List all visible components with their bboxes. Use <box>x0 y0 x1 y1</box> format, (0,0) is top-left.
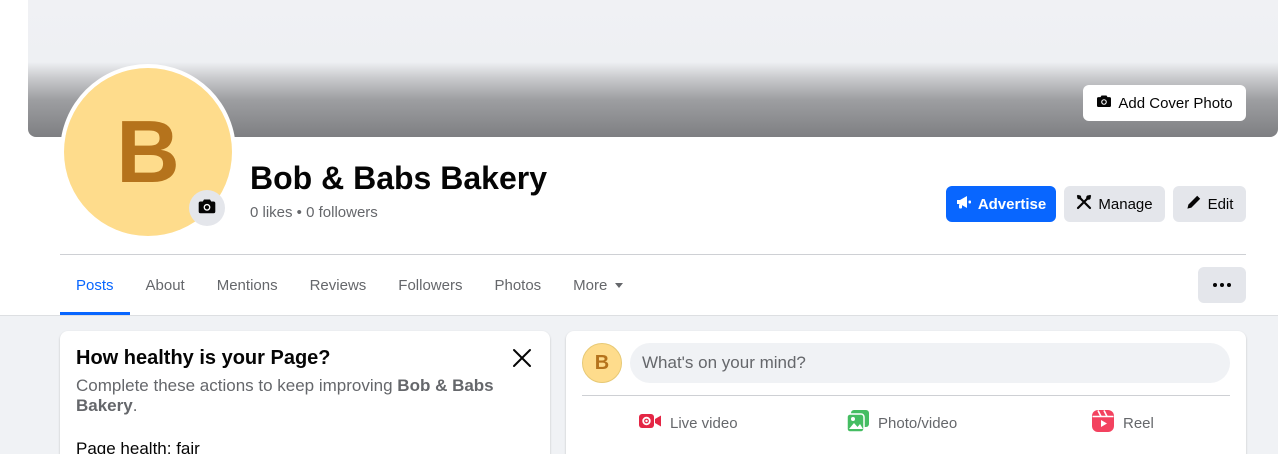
more-dots-icon <box>1213 283 1217 287</box>
page-health-card: How healthy is your Page? Complete these… <box>60 331 550 454</box>
tab-reviews[interactable]: Reviews <box>294 255 383 315</box>
photo-video-button[interactable]: Photo/video <box>846 407 957 439</box>
add-cover-photo-label: Add Cover Photo <box>1118 94 1233 112</box>
page-tabs: Posts About Mentions Reviews Followers P… <box>60 255 639 315</box>
tab-label: Mentions <box>216 276 278 294</box>
advertise-label: Advertise <box>977 195 1047 213</box>
health-desc-suffix: . <box>132 396 138 415</box>
photo-icon <box>846 409 870 437</box>
health-card-description: Complete these actions to keep improving… <box>76 376 516 416</box>
tab-mentions[interactable]: Mentions <box>201 255 294 315</box>
more-dots-icon <box>1227 283 1231 287</box>
tab-photos[interactable]: Photos <box>478 255 557 315</box>
health-status: Page health: fair <box>76 439 200 454</box>
health-card-title: How healthy is your Page? <box>76 347 331 369</box>
more-dots-icon <box>1220 283 1224 287</box>
live-video-label: Live video <box>670 414 738 432</box>
tab-more[interactable]: More <box>557 255 639 315</box>
advertise-button[interactable]: Advertise <box>946 186 1056 222</box>
close-icon[interactable] <box>509 345 535 371</box>
tab-label: About <box>145 276 185 294</box>
tab-posts[interactable]: Posts <box>60 255 130 315</box>
chevron-down-icon <box>615 282 624 288</box>
avatar-letter: B <box>594 351 610 374</box>
health-desc-prefix: Complete these actions to keep improving <box>76 376 398 395</box>
post-composer: B What's on your mind? Live video Photo/… <box>566 331 1246 454</box>
tab-label: More <box>573 276 608 294</box>
reel-icon <box>1091 409 1115 437</box>
edit-button[interactable]: Edit <box>1173 186 1246 222</box>
page-title: Bob & Babs Bakery <box>250 160 547 196</box>
tab-label: Reviews <box>309 276 367 294</box>
avatar-letter: B <box>116 102 180 201</box>
edit-label: Edit <box>1207 195 1234 213</box>
add-cover-photo-button[interactable]: Add Cover Photo <box>1083 85 1246 121</box>
tab-label: Followers <box>398 276 463 294</box>
tools-icon <box>1076 194 1092 214</box>
pencil-icon <box>1186 194 1202 214</box>
reel-label: Reel <box>1123 414 1154 432</box>
tab-label: Photos <box>494 276 542 294</box>
composer-placeholder: What's on your mind? <box>642 353 806 372</box>
tab-followers[interactable]: Followers <box>382 255 478 315</box>
photo-video-label: Photo/video <box>878 414 958 432</box>
tab-about[interactable]: About <box>130 255 201 315</box>
reel-button[interactable]: Reel <box>1091 407 1154 439</box>
manage-button[interactable]: Manage <box>1064 186 1165 222</box>
manage-label: Manage <box>1098 195 1153 213</box>
avatar[interactable]: B <box>582 343 622 383</box>
live-video-icon <box>638 409 662 437</box>
tab-label: Posts <box>76 276 114 294</box>
megaphone-icon <box>956 194 972 214</box>
update-profile-picture-button[interactable] <box>189 190 225 226</box>
camera-icon <box>197 196 217 221</box>
live-video-button[interactable]: Live video <box>638 407 738 439</box>
more-options-button[interactable] <box>1198 267 1246 303</box>
composer-divider <box>582 395 1230 396</box>
page-stats[interactable]: 0 likes • 0 followers <box>250 204 378 221</box>
composer-input[interactable]: What's on your mind? <box>630 343 1230 383</box>
camera-icon <box>1096 93 1112 113</box>
